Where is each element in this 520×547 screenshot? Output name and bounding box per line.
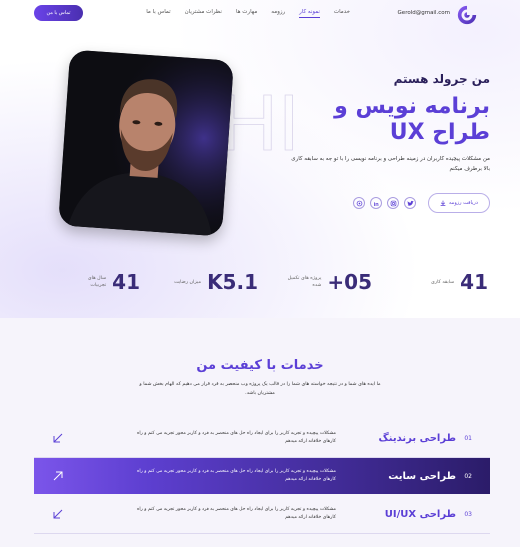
service-name: طراحی UI/UX bbox=[384, 508, 456, 520]
stat-value: K5.1 bbox=[207, 270, 258, 294]
header-email[interactable]: Gerold@gmail.com bbox=[398, 10, 450, 16]
stat-label: سال های تجربیات bbox=[87, 276, 107, 288]
service-index: 03 bbox=[464, 510, 472, 518]
download-icon bbox=[440, 200, 446, 206]
linkedin-icon[interactable]: in bbox=[370, 197, 382, 209]
svg-text:HI: HI bbox=[225, 82, 295, 162]
services-title: خدمات با کیفیت من bbox=[196, 358, 324, 373]
stat-label: میزان رضایت bbox=[174, 279, 202, 285]
nav-item-skills[interactable]: مهارت ها bbox=[236, 9, 257, 18]
nav-item-resume[interactable]: رزومه bbox=[271, 9, 285, 18]
service-name: طراحی برندینگ bbox=[378, 432, 456, 444]
service-index: 02 bbox=[464, 472, 472, 480]
stat-label: سابقه کاری bbox=[431, 279, 455, 285]
service-item-website[interactable]: 02 طراحی سایت مشکلات پیچیده و تجربه کارب… bbox=[34, 458, 490, 494]
hero-greeting: من جرولد هستم bbox=[393, 72, 490, 86]
services-description: ما ایده های شما و در نتیجه خواسته های شم… bbox=[139, 382, 381, 396]
stat-value: 41 bbox=[112, 270, 140, 294]
service-index: 01 bbox=[464, 434, 472, 442]
stat-label: پروژه های تکمیل شده bbox=[287, 276, 322, 288]
stat-projects: +05 پروژه های تکمیل شده bbox=[287, 270, 372, 294]
download-resume-label: دریافت رزومه bbox=[448, 200, 479, 206]
ghost-hi-outline: HI bbox=[225, 82, 295, 162]
download-resume-button[interactable]: دریافت رزومه bbox=[428, 193, 490, 213]
logo-icon[interactable] bbox=[456, 4, 478, 26]
stat-years: 41 سال های تجربیات bbox=[72, 270, 140, 294]
social-links: in bbox=[353, 197, 416, 209]
service-text: مشکلات پیچیده و تجربه کاربر را برای ایجا… bbox=[136, 507, 336, 520]
arrow-down-left-icon[interactable] bbox=[52, 508, 64, 520]
stat-experience: 41 سابقه کاری bbox=[420, 270, 488, 294]
service-text: مشکلات پیچیده و تجربه کاربر را برای ایجا… bbox=[136, 431, 336, 444]
stat-satisfaction: K5.1 میزان رضایت bbox=[167, 270, 258, 294]
hero-title: برنامه نویس و طراح UX bbox=[334, 94, 490, 145]
main-nav: خدمات نمونه کار رزومه مهارت ها نظرات مشت… bbox=[146, 9, 350, 18]
stat-value: 41 bbox=[460, 270, 488, 294]
service-item-uiux[interactable]: 03 طراحی UI/UX مشکلات پیچیده و تجربه کار… bbox=[34, 496, 490, 532]
nav-item-portfolio[interactable]: نمونه کار bbox=[299, 9, 320, 18]
arrow-down-left-icon[interactable] bbox=[52, 432, 64, 444]
service-item-branding[interactable]: 01 طراحی برندینگ مشکلات پیچیده و تجربه ک… bbox=[34, 420, 490, 456]
service-name: طراحی سایت bbox=[388, 470, 456, 482]
service-text: مشکلات پیچیده و تجربه کاربر را برای ایجا… bbox=[136, 469, 336, 482]
contact-me-button[interactable]: تماس با من bbox=[34, 5, 83, 21]
arrow-up-right-icon[interactable] bbox=[52, 470, 64, 482]
profile-photo bbox=[58, 49, 234, 237]
instagram-icon[interactable] bbox=[387, 197, 399, 209]
nav-item-contact[interactable]: تماس با ما bbox=[146, 9, 170, 18]
nav-item-services[interactable]: خدمات bbox=[334, 9, 350, 18]
portrait-illustration bbox=[58, 49, 234, 237]
nav-item-testimonials[interactable]: نظرات مشتریان bbox=[185, 9, 222, 18]
hero-description: من مشکلات پیچیده کاربران در زمینه طراحی … bbox=[291, 156, 490, 172]
github-icon[interactable] bbox=[353, 197, 365, 209]
service-divider bbox=[34, 533, 490, 534]
stat-value: +05 bbox=[327, 270, 372, 294]
twitter-icon[interactable] bbox=[404, 197, 416, 209]
svg-text:in: in bbox=[373, 201, 379, 206]
